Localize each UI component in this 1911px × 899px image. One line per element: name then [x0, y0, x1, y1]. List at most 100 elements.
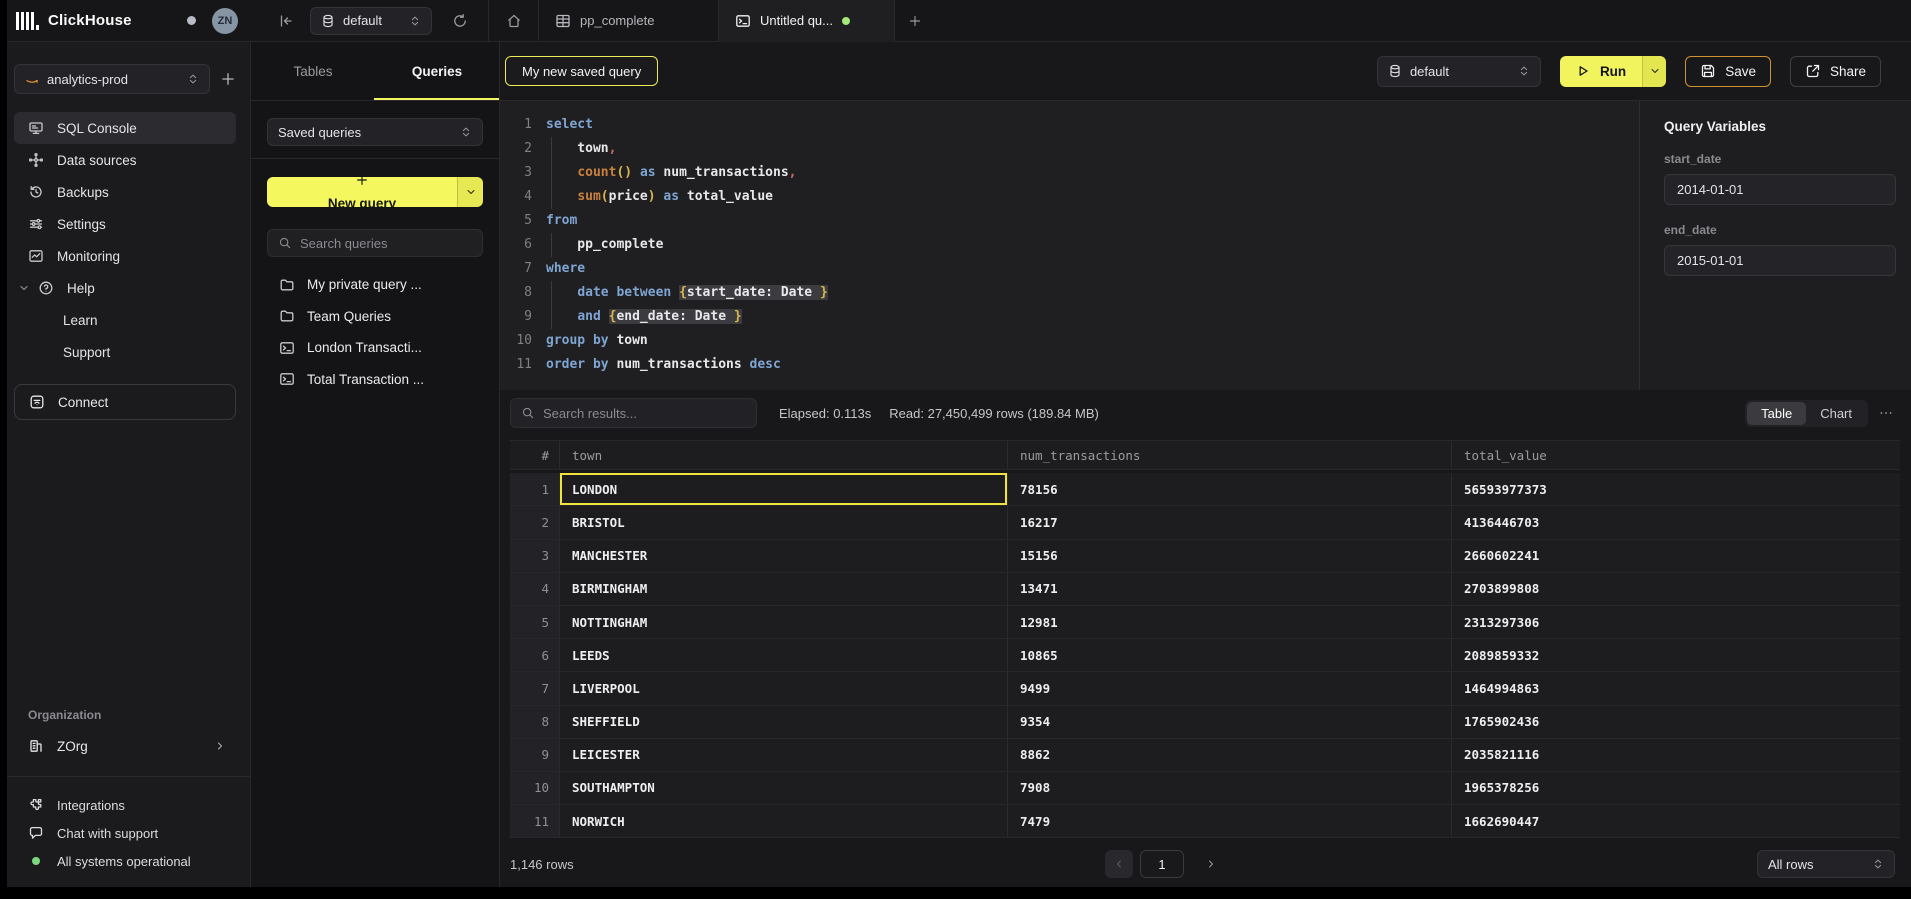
- data-cell[interactable]: 13471: [1008, 573, 1452, 606]
- data-cell[interactable]: 15156: [1008, 540, 1452, 573]
- data-cell[interactable]: 12981: [1008, 606, 1452, 639]
- saved-queries-select[interactable]: Saved queries: [267, 118, 483, 146]
- data-cell[interactable]: LIVERPOOL: [560, 672, 1008, 705]
- page-size-select[interactable]: All rows: [1757, 850, 1895, 878]
- tab-pp-complete[interactable]: pp_complete: [539, 0, 719, 42]
- query-search-input[interactable]: [300, 236, 472, 251]
- data-cell[interactable]: NOTTINGHAM: [560, 606, 1008, 639]
- sidebar-item-data-sources[interactable]: Data sources: [14, 144, 236, 176]
- data-cell[interactable]: BIRMINGHAM: [560, 573, 1008, 606]
- data-cell[interactable]: SHEFFIELD: [560, 706, 1008, 739]
- data-cell[interactable]: 9354: [1008, 706, 1452, 739]
- share-button[interactable]: Share: [1790, 56, 1881, 87]
- table-row[interactable]: 5NOTTINGHAM129812313297306: [510, 606, 1900, 639]
- data-cell[interactable]: 4136446703: [1452, 506, 1900, 539]
- add-service-button[interactable]: [220, 71, 236, 87]
- tab-untitled-query[interactable]: Untitled qu...: [719, 0, 895, 42]
- data-cell[interactable]: 1965378256: [1452, 772, 1900, 805]
- data-cell[interactable]: LEICESTER: [560, 739, 1008, 772]
- data-cell[interactable]: 9499: [1008, 672, 1452, 705]
- column-header-num-transactions[interactable]: num_transactions: [1008, 440, 1452, 470]
- data-cell[interactable]: NORWICH: [560, 805, 1008, 838]
- results-menu-button[interactable]: [1872, 405, 1900, 421]
- sidebar-item-learn[interactable]: Learn: [14, 304, 236, 336]
- data-cell[interactable]: 2660602241: [1452, 540, 1900, 573]
- data-cell[interactable]: 7479: [1008, 805, 1452, 838]
- connect-button[interactable]: Connect: [14, 384, 236, 420]
- table-row[interactable]: 1LONDON7815656593977373: [510, 473, 1900, 506]
- sidebar-item-integrations[interactable]: Integrations: [14, 791, 236, 819]
- data-cell[interactable]: 1464994863: [1452, 672, 1900, 705]
- tab-queries[interactable]: Queries: [375, 42, 499, 100]
- data-cell[interactable]: BRISTOL: [560, 506, 1008, 539]
- table-row[interactable]: 7LIVERPOOL94991464994863: [510, 672, 1900, 705]
- new-query-button[interactable]: New query: [267, 177, 483, 207]
- data-cell[interactable]: 2703899808: [1452, 573, 1900, 606]
- data-cell[interactable]: 8862: [1008, 739, 1452, 772]
- data-cell[interactable]: 2089859332: [1452, 639, 1900, 672]
- list-item-private-query[interactable]: My private query ...: [267, 269, 483, 301]
- table-row[interactable]: 9LEICESTER88622035821116: [510, 739, 1900, 772]
- organization-item[interactable]: ZOrg: [14, 730, 236, 762]
- results-search-input[interactable]: [543, 406, 746, 421]
- data-cell[interactable]: 10865: [1008, 639, 1452, 672]
- data-cell[interactable]: MANCHESTER: [560, 540, 1008, 573]
- service-select[interactable]: analytics-prod: [14, 64, 210, 94]
- data-cell[interactable]: LEEDS: [560, 639, 1008, 672]
- data-cell[interactable]: 1662690447: [1452, 805, 1900, 838]
- list-item-team-queries[interactable]: Team Queries: [267, 301, 483, 333]
- sidebar-item-settings[interactable]: Settings: [14, 208, 236, 240]
- end-date-input[interactable]: [1664, 245, 1896, 276]
- prev-page-button[interactable]: [1105, 850, 1133, 878]
- data-cell[interactable]: 2035821116: [1452, 739, 1900, 772]
- data-cell[interactable]: 2313297306: [1452, 606, 1900, 639]
- data-cell[interactable]: 7908: [1008, 772, 1452, 805]
- save-button[interactable]: Save: [1685, 56, 1771, 87]
- view-tab-chart[interactable]: Chart: [1806, 402, 1866, 425]
- data-cell[interactable]: 16217: [1008, 506, 1452, 539]
- column-header-total-value[interactable]: total_value: [1452, 440, 1900, 470]
- topbar-database-select[interactable]: default: [310, 7, 432, 35]
- avatar[interactable]: ZN: [212, 8, 238, 34]
- sidebar-item-monitoring[interactable]: Monitoring: [14, 240, 236, 272]
- data-cell[interactable]: LONDON: [560, 473, 1008, 506]
- data-cell[interactable]: 56593977373: [1452, 473, 1900, 506]
- column-header-town[interactable]: town: [560, 440, 1008, 470]
- list-item-total-transaction[interactable]: Total Transaction ...: [267, 364, 483, 396]
- start-date-input[interactable]: [1664, 174, 1896, 205]
- table-row[interactable]: 6LEEDS108652089859332: [510, 639, 1900, 672]
- table-row[interactable]: 10SOUTHAMPTON79081965378256: [510, 772, 1900, 805]
- page-number-input[interactable]: [1140, 850, 1184, 878]
- data-cell[interactable]: 78156: [1008, 473, 1452, 506]
- sidebar-item-system-status[interactable]: All systems operational: [14, 847, 236, 875]
- collapse-sidebar-button[interactable]: [278, 13, 294, 29]
- table-row[interactable]: 2BRISTOL162174136446703: [510, 506, 1900, 539]
- table-row[interactable]: 8SHEFFIELD93541765902436: [510, 706, 1900, 739]
- run-database-select[interactable]: default: [1377, 56, 1541, 87]
- query-search[interactable]: [267, 229, 483, 257]
- data-cell[interactable]: SOUTHAMPTON: [560, 772, 1008, 805]
- sidebar-item-help[interactable]: Help: [14, 272, 236, 304]
- sidebar-item-sql-console[interactable]: SQL Console: [14, 112, 236, 144]
- list-item-london-transactions[interactable]: London Transacti...: [267, 332, 483, 364]
- data-cell[interactable]: 1765902436: [1452, 706, 1900, 739]
- new-tab-button[interactable]: [895, 14, 935, 28]
- home-button[interactable]: [489, 13, 538, 29]
- results-search[interactable]: [510, 398, 757, 428]
- sidebar-item-backups[interactable]: Backups: [14, 176, 236, 208]
- refresh-button[interactable]: [452, 13, 468, 29]
- table-row[interactable]: 3MANCHESTER151562660602241: [510, 540, 1900, 573]
- sidebar-item-support[interactable]: Support: [14, 336, 236, 368]
- next-page-button[interactable]: [1199, 858, 1223, 870]
- run-button[interactable]: Run: [1560, 56, 1666, 87]
- table-row[interactable]: 4BIRMINGHAM134712703899808: [510, 573, 1900, 606]
- view-tab-table[interactable]: Table: [1747, 402, 1806, 425]
- run-options-dropdown[interactable]: [1642, 56, 1666, 87]
- column-header-index[interactable]: #: [510, 440, 560, 470]
- table-row[interactable]: 11NORWICH74791662690447: [510, 805, 1900, 838]
- sql-editor[interactable]: 1select2 town,3 count() as num_transacti…: [500, 101, 1639, 390]
- sidebar-item-chat-support[interactable]: Chat with support: [14, 819, 236, 847]
- new-query-dropdown[interactable]: [457, 177, 483, 207]
- tab-tables[interactable]: Tables: [251, 42, 375, 100]
- saved-query-pill[interactable]: My new saved query: [505, 56, 658, 86]
